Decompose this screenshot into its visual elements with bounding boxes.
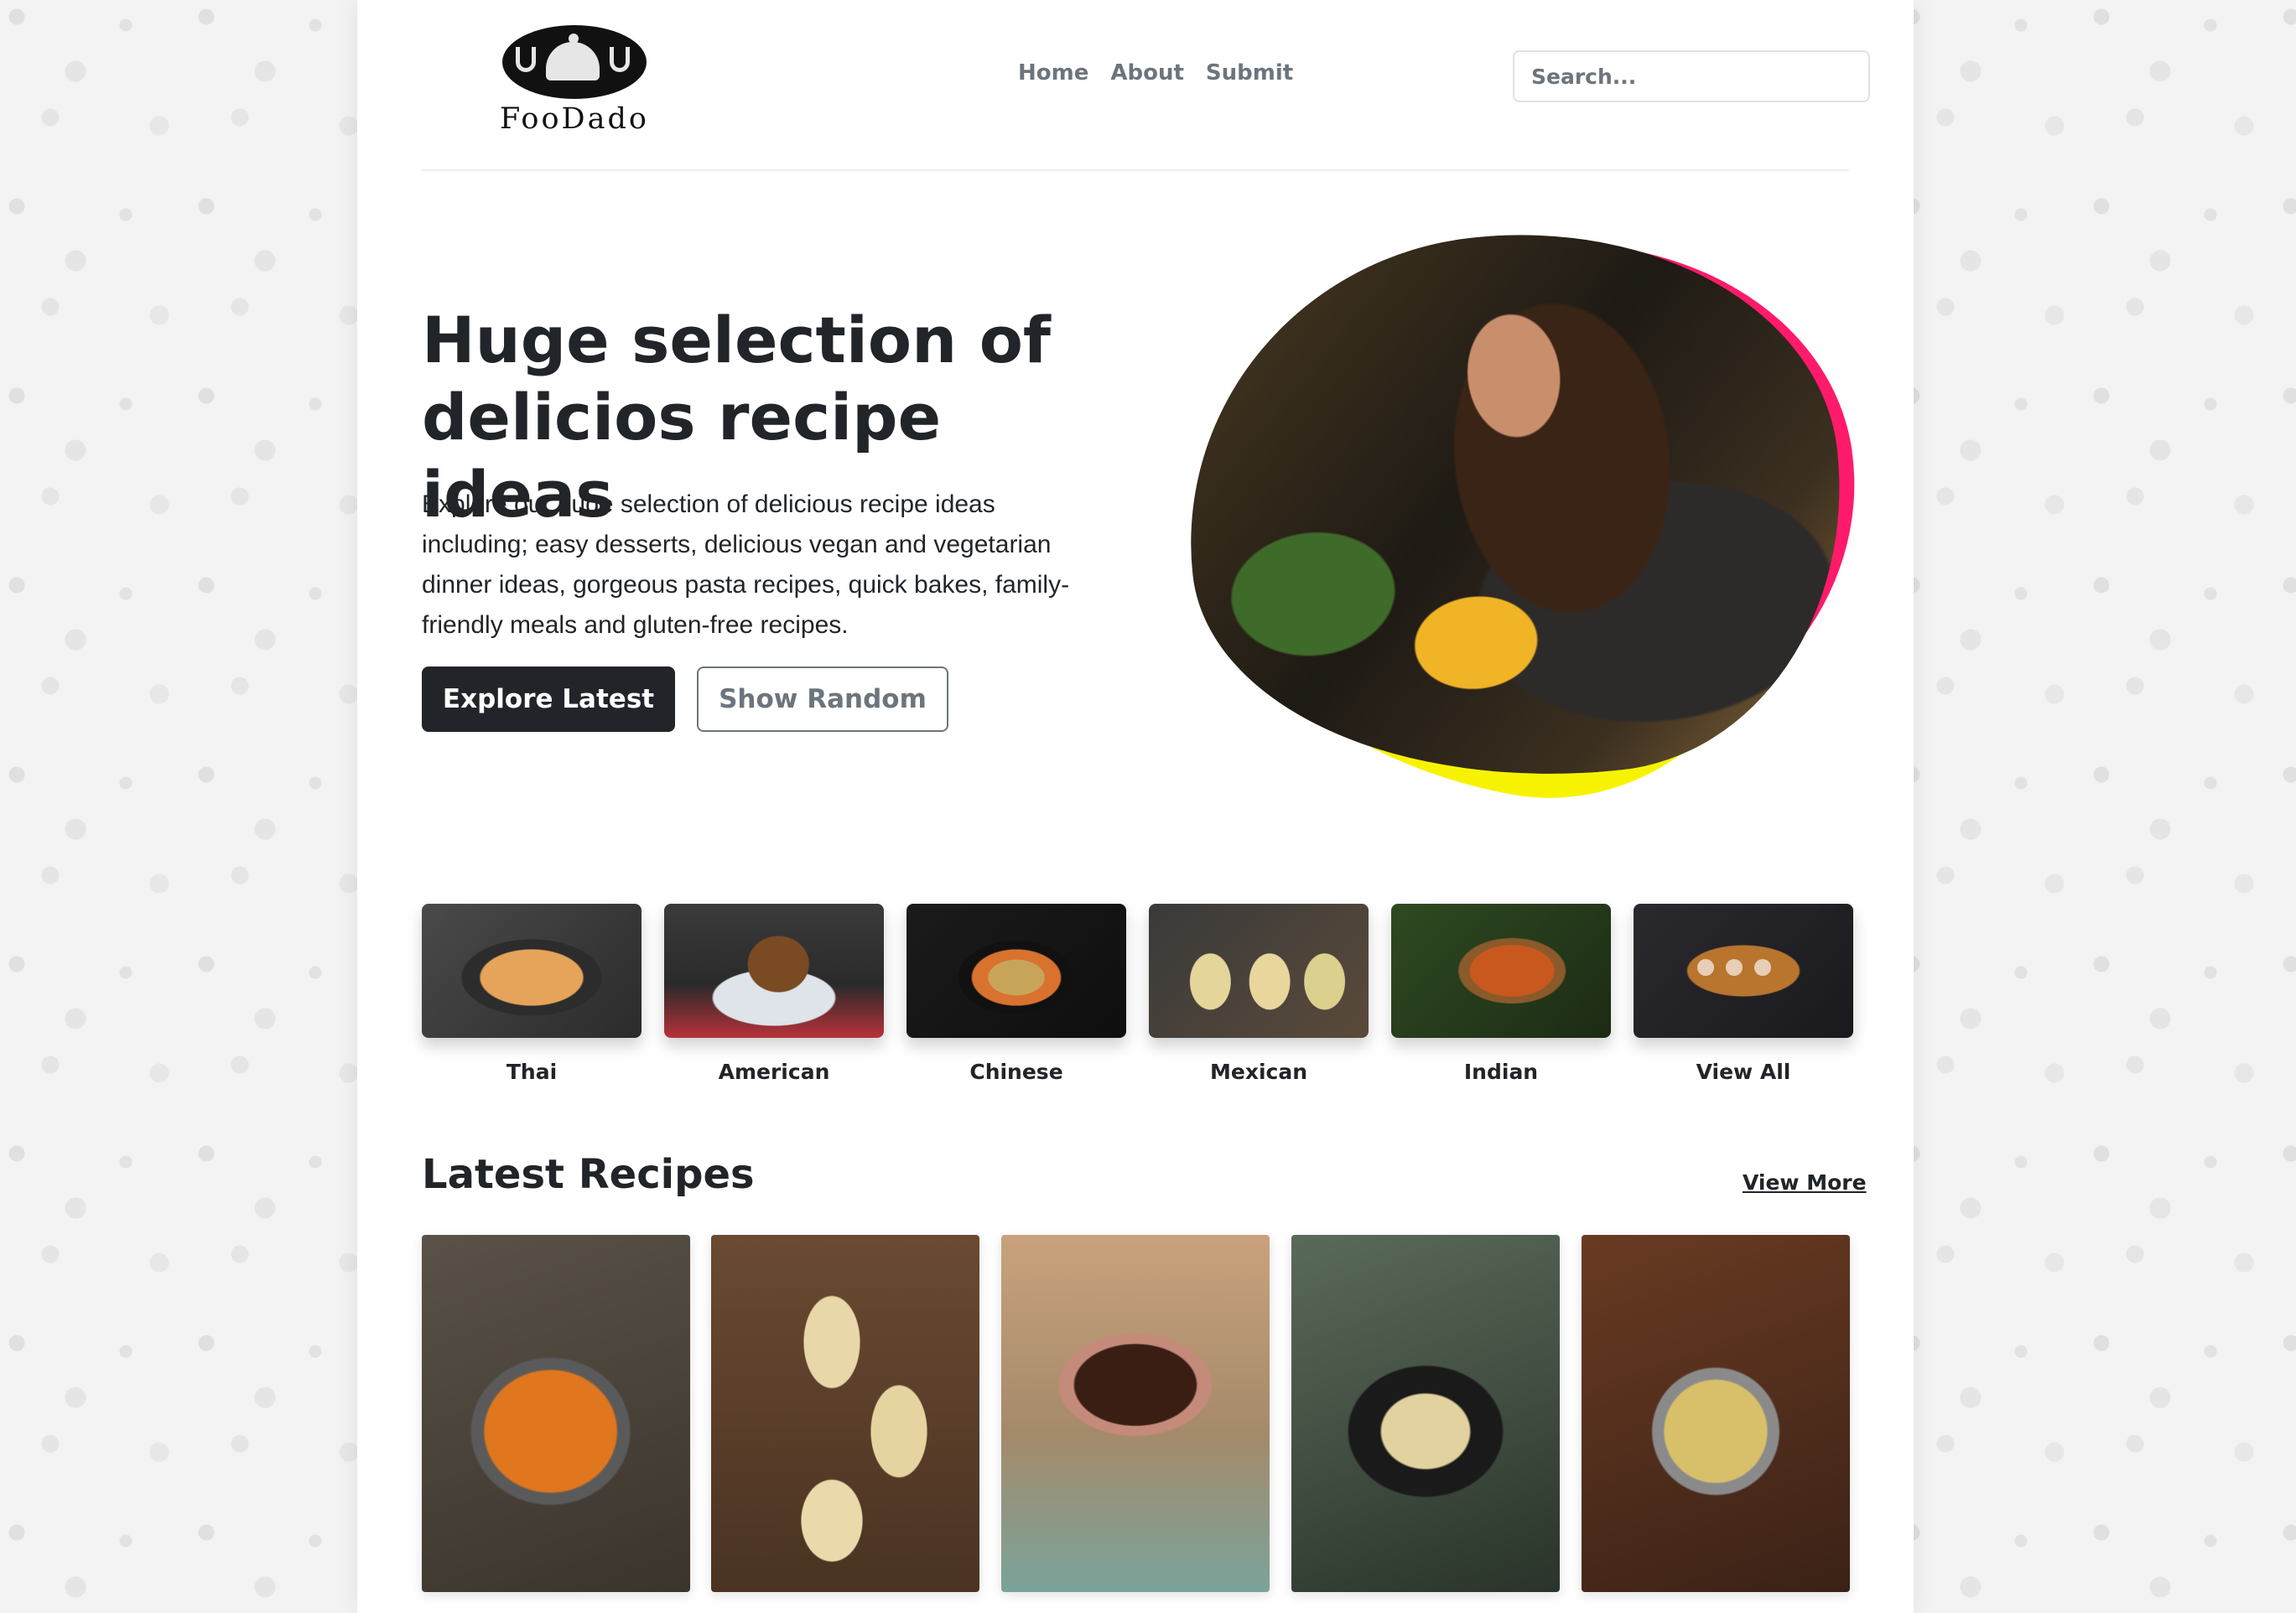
glass-icon [516, 47, 536, 72]
category-label: Mexican [1209, 1060, 1307, 1084]
category-image [422, 904, 642, 1038]
category-image [1149, 904, 1369, 1038]
glass-icon [610, 47, 630, 72]
recipe-card[interactable] [1582, 1235, 1850, 1592]
category-american[interactable]: American [664, 904, 884, 1084]
category-indian[interactable]: Indian [1391, 904, 1611, 1084]
latest-recipes-title: Latest Recipes [422, 1151, 755, 1198]
category-label: Thai [506, 1060, 558, 1084]
nav-about[interactable]: About [1110, 60, 1184, 86]
logo-text: FooDado [500, 102, 649, 136]
hero-photo-woman-eating [1161, 202, 1868, 812]
category-view-all[interactable]: View All [1634, 904, 1853, 1084]
category-image [664, 904, 884, 1038]
show-random-button[interactable]: Show Random [697, 666, 948, 732]
recipe-card[interactable] [711, 1235, 979, 1592]
site-header: FooDado Home About Submit [422, 0, 1870, 171]
main-nav: Home About Submit [1018, 60, 1293, 86]
category-label: Chinese [969, 1060, 1063, 1084]
recipe-card[interactable] [422, 1235, 690, 1592]
category-label: American [718, 1060, 830, 1084]
hero-image [1156, 202, 1890, 837]
recipe-card[interactable] [1291, 1235, 1560, 1592]
nav-home[interactable]: Home [1018, 60, 1088, 86]
category-image [1634, 904, 1853, 1038]
recipe-card[interactable] [1001, 1235, 1270, 1592]
page-container: FooDado Home About Submit Huge selection… [357, 0, 1914, 1613]
category-chinese[interactable]: Chinese [906, 904, 1126, 1084]
view-more-link[interactable]: View More [1743, 1170, 1867, 1195]
search-input[interactable] [1513, 50, 1870, 102]
category-image [906, 904, 1126, 1038]
nav-submit[interactable]: Submit [1206, 60, 1293, 86]
category-label: View All [1696, 1060, 1791, 1084]
hero-description: Explore our huge selection of delicious … [422, 490, 1070, 639]
category-thai[interactable]: Thai [422, 904, 642, 1084]
explore-latest-button[interactable]: Explore Latest [422, 666, 675, 732]
hero-title-line-1: Huge selection of [422, 303, 1051, 377]
category-image [1391, 904, 1611, 1038]
more-dots-icon [1697, 959, 1771, 976]
category-label: Indian [1463, 1060, 1539, 1084]
site-logo[interactable]: FooDado [491, 25, 658, 143]
category-mexican[interactable]: Mexican [1149, 904, 1369, 1084]
